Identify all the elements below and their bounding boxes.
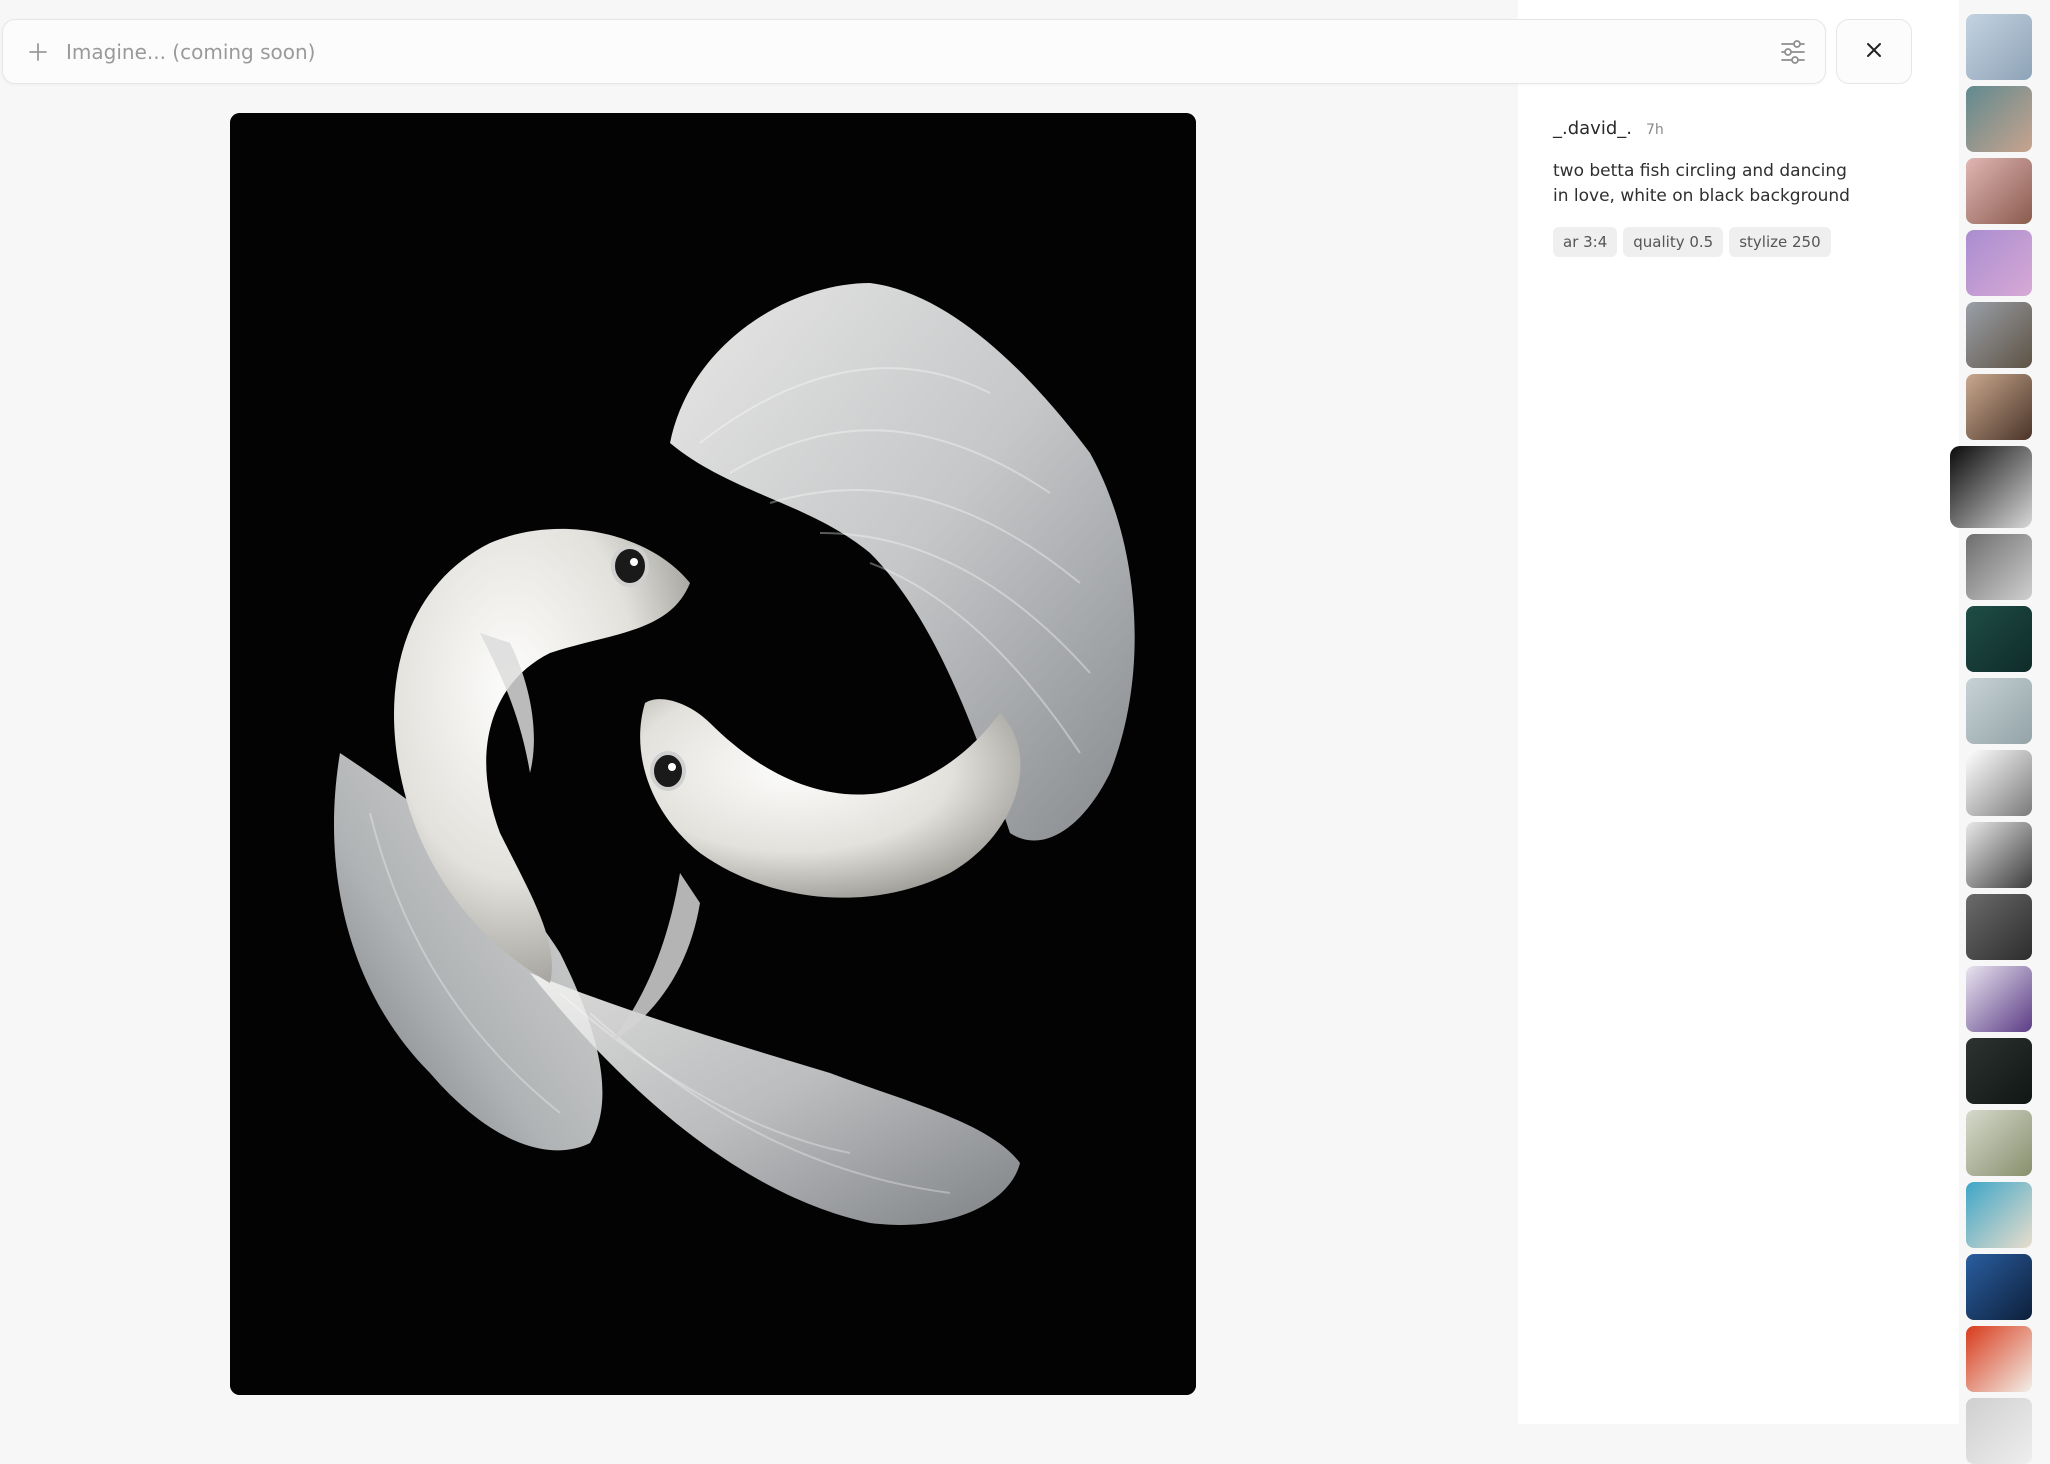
main-image[interactable] [230, 113, 1196, 1395]
thumbnail[interactable] [1966, 1326, 2032, 1392]
sliders-icon[interactable] [1779, 39, 1807, 65]
thumbnail[interactable] [1966, 678, 2032, 744]
thumbnail[interactable] [1966, 1182, 2032, 1248]
post-time: 7h [1645, 122, 1664, 138]
thumbnail[interactable] [1966, 1254, 2032, 1320]
thumbnail[interactable] [1966, 374, 2032, 440]
plus-icon[interactable] [26, 40, 50, 64]
param-chip: quality 0.5 [1623, 227, 1724, 257]
thumbnail[interactable] [1966, 86, 2032, 152]
thumbnail[interactable] [1966, 1110, 2032, 1176]
prompt-input[interactable] [66, 30, 1746, 74]
prompt-text: two betta fish circling and dancing in l… [1553, 161, 1850, 206]
author-name[interactable]: _.david_. [1553, 118, 1632, 139]
thumbnail[interactable] [1966, 158, 2032, 224]
close-button[interactable] [1836, 19, 1912, 84]
thumbnail[interactable] [1966, 606, 2032, 672]
prompt-bar [2, 19, 1826, 84]
thumbnail[interactable] [1966, 302, 2032, 368]
thumbnail-strip [1950, 14, 2042, 1464]
thumbnail[interactable] [1966, 14, 2032, 80]
thumbnail[interactable] [1966, 750, 2032, 816]
thumbnail[interactable] [1966, 1398, 2032, 1464]
thumbnail[interactable] [1966, 822, 2032, 888]
param-chip: stylize 250 [1729, 227, 1831, 257]
thumbnail[interactable] [1966, 230, 2032, 296]
param-chips: ar 3:4 quality 0.5 stylize 250 [1553, 227, 1853, 257]
thumbnail[interactable] [1966, 1038, 2032, 1104]
close-icon [1865, 41, 1883, 63]
thumbnail[interactable] [1966, 534, 2032, 600]
param-chip: ar 3:4 [1553, 227, 1618, 257]
image-details: _.david_. 7h two betta fish circling and… [1553, 118, 1853, 257]
thumbnail[interactable] [1950, 446, 2032, 528]
thumbnail[interactable] [1966, 894, 2032, 960]
thumbnail[interactable] [1966, 966, 2032, 1032]
